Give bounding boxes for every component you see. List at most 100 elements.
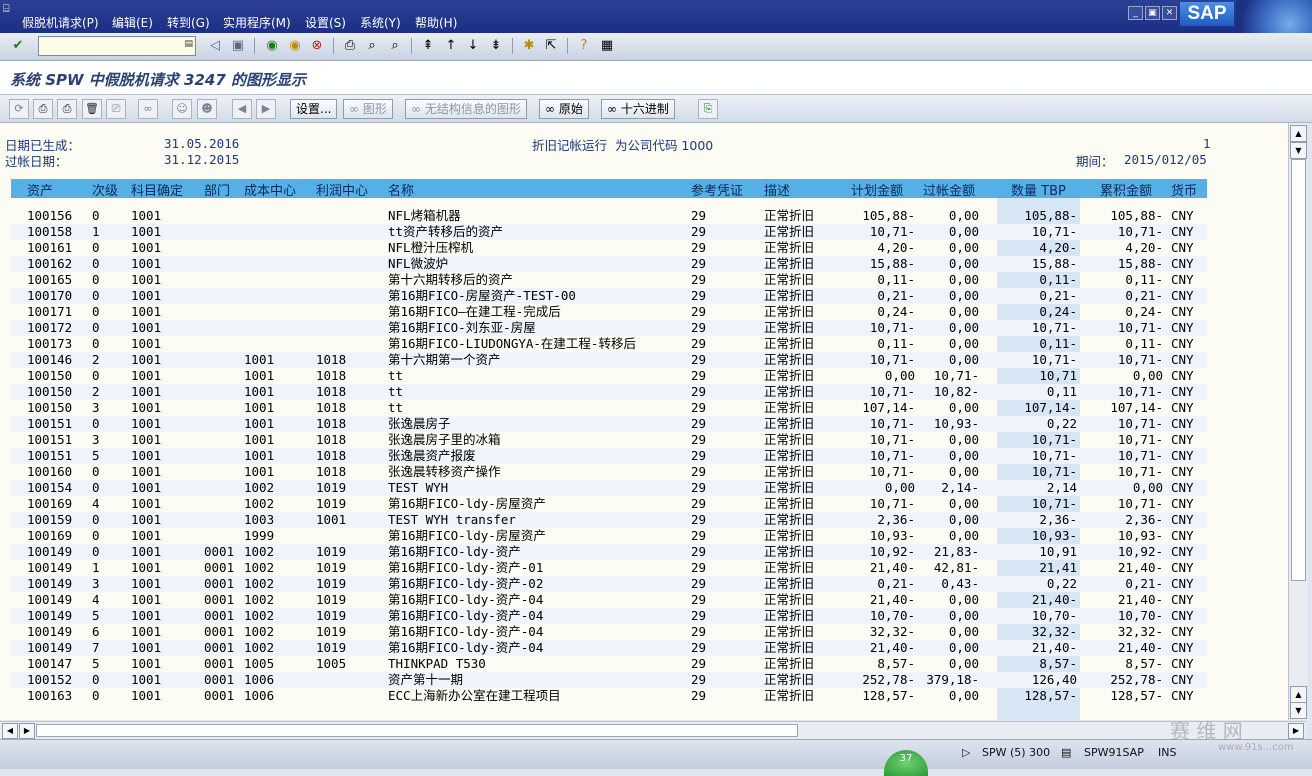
table-row[interactable]: 100151 0 1001 1001 1018 张逸晨房子 29 正常折旧 10,71- 10,9… [11, 416, 1207, 432]
vertical-scroll-thumb[interactable] [1291, 159, 1306, 581]
scroll-page-up-icon[interactable]: ▼ [1290, 142, 1307, 159]
scroll-right-small-icon[interactable]: ▶ [19, 723, 35, 739]
table-row[interactable]: 100173 0 1001 第16期FICO-LIUDONGYA-在建工程-转移后 29… [11, 336, 1207, 352]
scroll-down-icon[interactable]: ▼ [1290, 702, 1307, 719]
save-icon[interactable]: ▣ [229, 37, 247, 55]
previous-icon: ◀ [232, 99, 252, 119]
menu-settings[interactable]: 设置(S) [305, 14, 346, 31]
separator [254, 38, 255, 54]
cell-account: 1001 [131, 480, 162, 495]
table-row[interactable]: 100149 1 1001 0001 1002 1019 第16期FICO-ldy-资产-0… [11, 560, 1207, 576]
cell-currency: CNY [1171, 496, 1194, 511]
table-row[interactable]: 100152 0 1001 0001 1006 资产第十一期 29 正常折旧 252,78- 37… [11, 672, 1207, 688]
cell-name: NFL微波炉 [388, 256, 449, 271]
menu-goto[interactable]: 转到(G) [167, 14, 210, 31]
cell-description: 正常折旧 [764, 656, 815, 671]
scroll-up-icon[interactable]: ▲ [1290, 125, 1307, 142]
system-menu-icon[interactable]: ⌸ [3, 2, 17, 15]
back-arrow-icon[interactable]: ◁ [206, 37, 224, 55]
cancel-icon[interactable]: ⊗ [308, 37, 326, 55]
cell-account: 1001 [131, 592, 162, 607]
find-icon[interactable]: ⌕ [363, 37, 381, 55]
cell-posted: 0,43- [941, 576, 979, 591]
create-session-icon[interactable]: ✱ [520, 37, 538, 55]
raw-button[interactable]: ∞ 原始 [539, 99, 589, 119]
table-row[interactable]: 100169 4 1001 1002 1019 第16期FICO-ldy-房屋资产 29 正常… [11, 496, 1207, 512]
table-row[interactable]: 100150 3 1001 1001 1018 tt 29 正常折旧 107,14- 0,00 10… [11, 400, 1207, 416]
settings-button[interactable]: 设置... [290, 99, 338, 119]
print-direct-icon[interactable]: ⎙ [57, 99, 77, 119]
table-row[interactable]: 100169 0 1001 1999 第16期FICO-ldy-房屋资产 29 正常折旧 10… [11, 528, 1207, 544]
table-row[interactable]: 100156 0 1001 NFL烤箱机器 29 正常折旧 105,88- 0,00 105,8… [11, 208, 1207, 224]
status-expand-icon[interactable]: ▷ [962, 745, 970, 761]
table-row[interactable]: 100151 3 1001 1001 1018 张逸晨房子里的冰箱 29 正常折旧 10,71-… [11, 432, 1207, 448]
table-row[interactable]: 100147 5 1001 0001 1005 1005 THINKPAD T530 29 正常… [11, 656, 1207, 672]
menu-system[interactable]: 系统(Y) [360, 14, 401, 31]
table-row[interactable]: 100149 7 1001 0001 1002 1019 第16期FICO-ldy-资产-0… [11, 640, 1207, 656]
menu-help[interactable]: 帮助(H) [415, 14, 457, 31]
horizontal-scroll-thumb[interactable] [36, 724, 798, 737]
back-icon[interactable]: ◉ [263, 37, 281, 55]
vertical-scrollbar[interactable]: ▲ ▼ ▲ ▼ [1288, 123, 1307, 720]
print-icon[interactable]: ⎙ [341, 37, 359, 55]
find-next-icon[interactable]: ⌕ [386, 37, 404, 55]
cell-cost-center: 1002 [244, 480, 275, 495]
cell-sub: 6 [92, 624, 100, 639]
table-row[interactable]: 100161 0 1001 NFL橙汁压榨机 29 正常折旧 4,20- 0,00 4,20- 4… [11, 240, 1207, 256]
table-row[interactable]: 100170 0 1001 第16期FICO-房屋资产-TEST-00 29 正常折旧 0,… [11, 288, 1207, 304]
table-row[interactable]: 100165 0 1001 第十六期转移后的资产 29 正常折旧 0,11- 0,00 0,11… [11, 272, 1207, 288]
hex-button[interactable]: ∞ 十六进制 [601, 99, 675, 119]
minimize-icon[interactable]: _ [1128, 6, 1143, 20]
table-row[interactable]: 100162 0 1001 NFL微波炉 29 正常折旧 15,88- 0,00 15,88- 1… [11, 256, 1207, 272]
delete-icon[interactable]: 🗑 [82, 99, 102, 119]
table-row[interactable]: 100149 0 1001 0001 1002 1019 第16期FICO-ldy-资产 29… [11, 544, 1207, 560]
table-row[interactable]: 100158 1 1001 tt资产转移后的资产 29 正常折旧 10,71- 0,00 10,… [11, 224, 1207, 240]
close-icon[interactable]: ✕ [1162, 6, 1177, 20]
command-input[interactable] [39, 37, 185, 53]
cell-account: 1001 [131, 528, 162, 543]
table-row[interactable]: 100149 4 1001 0001 1002 1019 第16期FICO-ldy-资产-0… [11, 592, 1207, 608]
cell-qty-tbp: 126,40 [1031, 672, 1077, 687]
menu-spool-request[interactable]: 假脱机请求(P) [22, 14, 99, 31]
restore-icon[interactable]: ▣ [1145, 6, 1160, 20]
scroll-page-down-icon[interactable]: ▲ [1290, 686, 1307, 703]
cell-description: 正常折旧 [764, 512, 815, 527]
table-row[interactable]: 100149 3 1001 0001 1002 1019 第16期FICO-ldy-资产-0… [11, 576, 1207, 592]
last-page-icon[interactable]: ⇟ [487, 37, 505, 55]
layout-menu-icon[interactable]: ▦ [598, 37, 616, 55]
menu-edit[interactable]: 编辑(E) [112, 14, 153, 31]
shortcut-icon[interactable]: ⇱ [542, 37, 560, 55]
table-row[interactable]: 100151 5 1001 1001 1018 张逸晨资产报废 29 正常折旧 10,71- 0,… [11, 448, 1207, 464]
scroll-right-icon[interactable]: ▶ [1288, 723, 1304, 739]
scroll-left-icon[interactable]: ◀ [2, 723, 18, 739]
table-row[interactable]: 100149 5 1001 0001 1002 1019 第16期FICO-ldy-资产-0… [11, 608, 1207, 624]
next-page-icon[interactable]: ↓ [464, 37, 482, 55]
table-row[interactable]: 100149 6 1001 0001 1002 1019 第16期FICO-ldy-资产-0… [11, 624, 1207, 640]
table-row[interactable]: 100154 0 1001 1002 1019 TEST WYH 29 正常折旧 0,00 2,1… [11, 480, 1207, 496]
help-icon[interactable]: ? [575, 37, 593, 55]
command-field[interactable]: ▤ [38, 36, 196, 56]
status-system-info-icon[interactable]: ▤ [1061, 745, 1071, 761]
previous-page-icon[interactable]: ↑ [442, 37, 460, 55]
print-icon[interactable]: ⎙ [33, 99, 53, 119]
table-row[interactable]: 100160 0 1001 1001 1018 张逸晨转移资产操作 29 正常折旧 10,71-… [11, 464, 1207, 480]
table-row[interactable]: 100171 0 1001 第16期FICO—在建工程-完成后 29 正常折旧 0,24- 0… [11, 304, 1207, 320]
first-page-icon[interactable]: ⇞ [419, 37, 437, 55]
table-row[interactable]: 100150 2 1001 1001 1018 tt 29 正常折旧 10,71- 10,82- 0… [11, 384, 1207, 400]
menu-utilities[interactable]: 实用程序(M) [223, 14, 291, 31]
cell-posted: 0,00 [948, 528, 979, 543]
command-history-icon[interactable]: ▤ [184, 39, 193, 49]
enter-icon[interactable]: ✔ [9, 37, 27, 55]
export-icon[interactable]: ⎘ [698, 99, 718, 119]
cell-qty-tbp: 10,91 [1039, 544, 1077, 559]
table-row[interactable]: 100150 0 1001 1001 1018 tt 29 正常折旧 0,00 10,71- 10,… [11, 368, 1207, 384]
exit-icon[interactable]: ◉ [286, 37, 304, 55]
table-row[interactable]: 100172 0 1001 第16期FICO-刘东亚-房屋 29 正常折旧 10,71- 0,… [11, 320, 1207, 336]
table-row[interactable]: 100146 2 1001 1001 1018 第十六期第一个资产 29 正常折旧 10,71-… [11, 352, 1207, 368]
horizontal-scrollbar[interactable]: ◀ ▶ ▶ [0, 721, 1306, 739]
refresh-icon[interactable]: ⟳ [9, 99, 29, 119]
separator [567, 38, 568, 54]
table-row[interactable]: 100159 0 1001 1003 1001 TEST WYH transfer 29 正常… [11, 512, 1207, 528]
table-row[interactable]: 100163 0 1001 0001 1006 ECC上海新办公室在建工程项目 29 正常折旧… [11, 688, 1207, 704]
cell-description: 正常折旧 [764, 256, 815, 271]
